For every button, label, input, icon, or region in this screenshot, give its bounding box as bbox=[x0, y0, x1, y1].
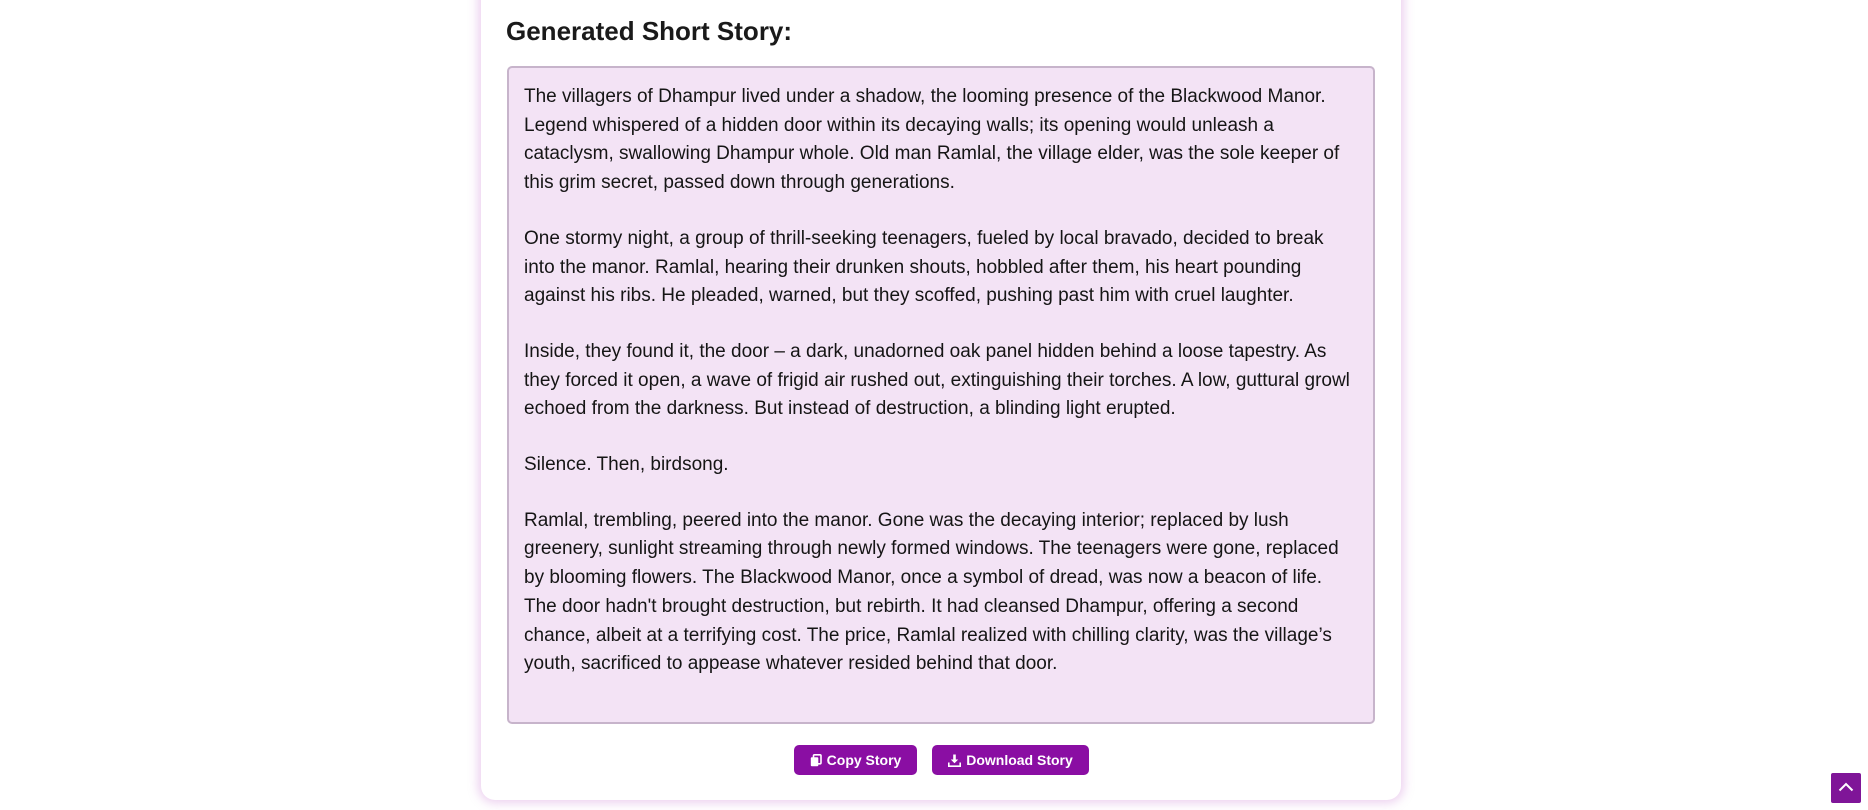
download-story-button[interactable]: Download Story bbox=[932, 745, 1089, 775]
story-output[interactable]: The villagers of Dhampur lived under a s… bbox=[507, 66, 1375, 724]
copy-story-button[interactable]: Copy Story bbox=[794, 745, 917, 775]
download-icon bbox=[948, 754, 962, 767]
story-paragraph: The villagers of Dhampur lived under a s… bbox=[524, 86, 1340, 194]
page-title: Generated Short Story: bbox=[506, 16, 793, 46]
scroll-to-top-button[interactable] bbox=[1831, 773, 1861, 803]
chevron-up-icon bbox=[1838, 779, 1854, 797]
download-story-label: Download Story bbox=[966, 752, 1073, 768]
story-paragraph: Silence. Then, birdsong. bbox=[524, 454, 729, 476]
story-paragraph: One stormy night, a group of thrill-seek… bbox=[524, 227, 1324, 307]
copy-icon bbox=[810, 753, 822, 767]
copy-story-label: Copy Story bbox=[826, 752, 902, 768]
story-paragraph: Ramlal, trembling, peered into the manor… bbox=[524, 509, 1339, 675]
story-paragraph: Inside, they found it, the door – a dark… bbox=[524, 340, 1350, 420]
